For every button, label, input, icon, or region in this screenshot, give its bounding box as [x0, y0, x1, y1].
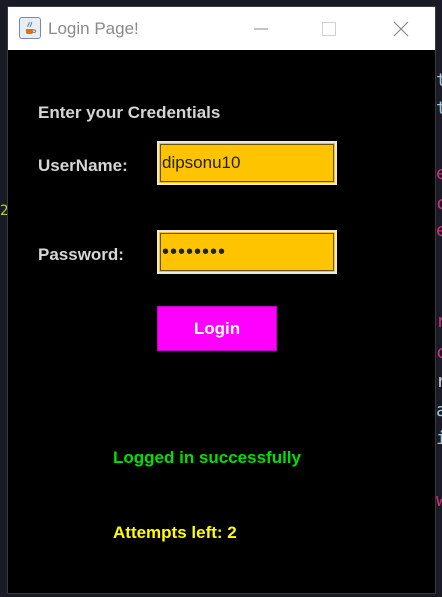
- background-code-fragment: e: [436, 220, 442, 241]
- username-label: UserName:: [38, 156, 128, 175]
- background-code-fragment: c: [436, 193, 442, 214]
- background-code-fragment: t: [436, 70, 442, 91]
- background-code-fragment: r: [436, 311, 442, 332]
- login-button-label: Login: [193, 318, 241, 338]
- background-code-fragment: t: [436, 98, 442, 119]
- minimize-icon: [254, 28, 268, 29]
- username-field[interactable]: dipsonu10: [157, 141, 337, 185]
- username-value: dipsonu10: [162, 153, 241, 172]
- background-code-fragment: r: [436, 371, 442, 392]
- attempts-left: Attempts left: 2: [113, 523, 237, 542]
- close-icon: [393, 21, 409, 36]
- background-code-fragment: i: [436, 428, 442, 449]
- window-title: Login Page!: [48, 19, 139, 38]
- credentials-header: Enter your Credentials: [38, 103, 221, 122]
- close-button[interactable]: [378, 7, 424, 50]
- maximize-icon: [322, 21, 336, 36]
- java-icon[interactable]: [19, 17, 41, 39]
- login-window: Login Page! Enter your Credentials UserN…: [7, 6, 436, 594]
- background-code-fragment: c: [436, 342, 442, 363]
- background-code-fragment: e: [436, 163, 442, 184]
- password-label: Password:: [38, 245, 124, 264]
- status-message: Logged in successfully: [113, 448, 301, 467]
- minimize-button[interactable]: [238, 7, 284, 50]
- title-bar[interactable]: Login Page!: [8, 7, 435, 50]
- background-code-fragment: a: [436, 400, 442, 421]
- maximize-button[interactable]: [306, 7, 352, 50]
- password-value: ••••••••: [162, 240, 227, 263]
- login-button[interactable]: Login: [157, 306, 277, 351]
- background-code-fragment: w: [436, 490, 442, 511]
- password-field[interactable]: ••••••••: [157, 230, 337, 274]
- login-form: Enter your Credentials UserName: dipsonu…: [8, 50, 435, 593]
